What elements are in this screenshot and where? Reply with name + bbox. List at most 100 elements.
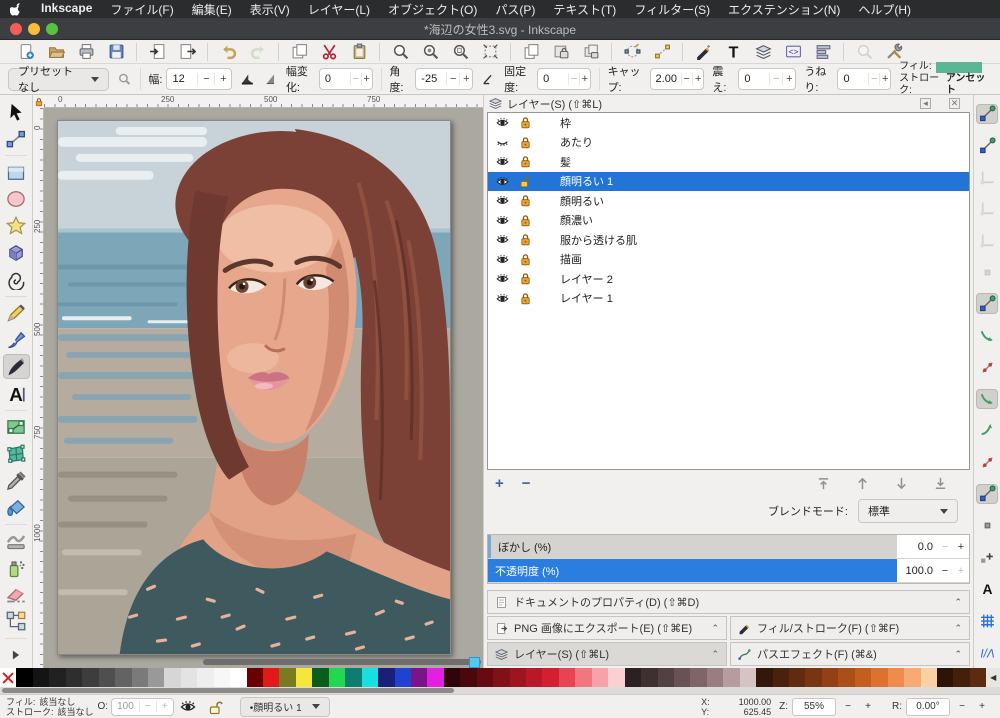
- cut-button[interactable]: [319, 42, 339, 62]
- palette-swatch-51[interactable]: [838, 668, 854, 687]
- fill-stroke-dialog-button[interactable]: [693, 42, 713, 62]
- increment-button[interactable]: +: [361, 73, 372, 85]
- menu-item-7[interactable]: テキスト(T): [553, 1, 616, 18]
- undo-button[interactable]: [218, 42, 238, 62]
- add-layer-button[interactable]: +: [495, 475, 504, 492]
- panel-layers[interactable]: レイヤー(S) (⇧⌘L) ⌃: [487, 642, 727, 666]
- more-tools-button[interactable]: [3, 642, 30, 667]
- palette-swatch-50[interactable]: [822, 668, 838, 687]
- increment-button[interactable]: +: [214, 73, 231, 85]
- preset-dropdown[interactable]: プリセットなし: [8, 68, 109, 91]
- menu-item-9[interactable]: エクステンション(N): [728, 1, 840, 18]
- remove-layer-button[interactable]: −: [522, 475, 531, 492]
- decrement-button[interactable]: −: [197, 73, 214, 85]
- palette-swatch-47[interactable]: [773, 668, 789, 687]
- zoom-in-button[interactable]: +: [860, 701, 876, 712]
- palette-swatch-29[interactable]: [477, 668, 493, 687]
- increment-button[interactable]: +: [579, 73, 590, 85]
- palette-swatch-40[interactable]: [658, 668, 674, 687]
- angle-spinner[interactable]: -25−+: [415, 68, 473, 90]
- zoom-selection-button[interactable]: [390, 42, 410, 62]
- canvas-area[interactable]: 0250500750 02505007501000: [33, 95, 483, 668]
- document-page[interactable]: [57, 120, 451, 655]
- palette-swatch-28[interactable]: [460, 668, 476, 687]
- collapse-chevron[interactable]: ⌃: [954, 597, 962, 608]
- mesh-tool[interactable]: [3, 442, 30, 467]
- palette-swatch-24[interactable]: [395, 668, 411, 687]
- palette-swatch-21[interactable]: [345, 668, 361, 687]
- tremor-spinner[interactable]: 0−+: [738, 68, 796, 90]
- palette-swatch-3[interactable]: [49, 668, 65, 687]
- spray-tool[interactable]: [3, 555, 30, 580]
- canvas-artwork[interactable]: [58, 121, 450, 654]
- dropper-tool[interactable]: [3, 468, 30, 493]
- thinning-value[interactable]: 0: [320, 73, 350, 85]
- opacity-value[interactable]: 100.0: [897, 565, 937, 577]
- snap-bbox-corners[interactable]: [976, 199, 998, 220]
- blur-value[interactable]: 0.0: [897, 541, 937, 553]
- rotate-cw-button[interactable]: +: [974, 701, 990, 712]
- palette-swatch-27[interactable]: [444, 668, 460, 687]
- snap-guides[interactable]: I/Λ: [976, 642, 998, 663]
- zoom-value[interactable]: 55%: [792, 698, 836, 716]
- preferences-button[interactable]: [884, 42, 904, 62]
- layer-visibility-toggle[interactable]: [496, 214, 509, 227]
- palette-swatch-16[interactable]: [263, 668, 279, 687]
- palette-scrollbar-thumb[interactable]: [2, 688, 454, 693]
- increment-button[interactable]: +: [879, 73, 890, 85]
- fixation-spinner[interactable]: 0−+: [537, 68, 591, 90]
- layer-visibility-toggle[interactable]: [496, 136, 509, 149]
- align-dialog-button[interactable]: [813, 42, 833, 62]
- rectangle-tool[interactable]: [3, 160, 30, 185]
- decrement-button[interactable]: −: [681, 73, 692, 85]
- menu-item-2[interactable]: 編集(E): [192, 1, 232, 18]
- width-value[interactable]: 12: [167, 73, 197, 85]
- ruler-lock[interactable]: [33, 95, 44, 108]
- palette-swatch-48[interactable]: [789, 668, 805, 687]
- snap-bbox-edges[interactable]: [976, 167, 998, 188]
- palette-swatch-42[interactable]: [690, 668, 706, 687]
- layer-visibility-toggle[interactable]: [496, 292, 509, 305]
- lower-layer-to-bottom-button[interactable]: [933, 476, 948, 491]
- edit-points-button[interactable]: [652, 42, 672, 62]
- zoom-drawing-button[interactable]: [420, 42, 440, 62]
- pen-tool[interactable]: [3, 328, 30, 353]
- layer-visibility-toggle[interactable]: [496, 175, 509, 188]
- dialog-close-button[interactable]: ✕: [949, 98, 960, 109]
- increment-button[interactable]: +: [692, 73, 703, 85]
- snap-nodes-paths[interactable]: [976, 293, 998, 314]
- snap-master-toggle[interactable]: [976, 104, 998, 125]
- layer-lock-toggle[interactable]: [519, 116, 532, 129]
- collapse-chevron[interactable]: ⌃: [954, 649, 962, 660]
- palette-swatch-6[interactable]: [99, 668, 115, 687]
- palette-swatch-15[interactable]: [247, 668, 263, 687]
- snap-object-centers[interactable]: [976, 515, 998, 536]
- current-layer-dropdown[interactable]: •顔明るい 1: [240, 697, 330, 717]
- copy-button[interactable]: [521, 42, 541, 62]
- snap-rotation-centers[interactable]: [976, 547, 998, 568]
- palette-swatch-25[interactable]: [411, 668, 427, 687]
- palette-swatch-34[interactable]: [559, 668, 575, 687]
- palette-swatch-52[interactable]: [855, 668, 871, 687]
- pressure-icon[interactable]: [240, 70, 255, 88]
- increment-button[interactable]: +: [782, 73, 795, 85]
- palette-swatch-57[interactable]: [937, 668, 953, 687]
- width-spinner[interactable]: 12−+: [166, 68, 232, 90]
- palette-swatch-19[interactable]: [312, 668, 328, 687]
- layer-lock-icon[interactable]: [208, 699, 224, 715]
- blur-slider[interactable]: ぼかし (%): [488, 535, 897, 558]
- clone-button[interactable]: [551, 42, 571, 62]
- palette-swatch-41[interactable]: [674, 668, 690, 687]
- layer-row[interactable]: 顔明るい: [488, 191, 969, 211]
- layer-row[interactable]: 顔濃い: [488, 211, 969, 231]
- object-opacity-value[interactable]: 100: [112, 701, 139, 712]
- tweak-tool[interactable]: [3, 529, 30, 554]
- palette-swatch-30[interactable]: [493, 668, 509, 687]
- angle-value[interactable]: -25: [416, 73, 446, 85]
- palette-swatch-23[interactable]: [378, 668, 394, 687]
- palette-swatch-35[interactable]: [575, 668, 591, 687]
- star-tool[interactable]: [3, 214, 30, 239]
- decrement-button[interactable]: −: [868, 73, 879, 85]
- panel-export-png[interactable]: PNG 画像にエクスポート(E) (⇧⌘E) ⌃: [487, 616, 727, 640]
- snap-to-paths[interactable]: [976, 325, 998, 346]
